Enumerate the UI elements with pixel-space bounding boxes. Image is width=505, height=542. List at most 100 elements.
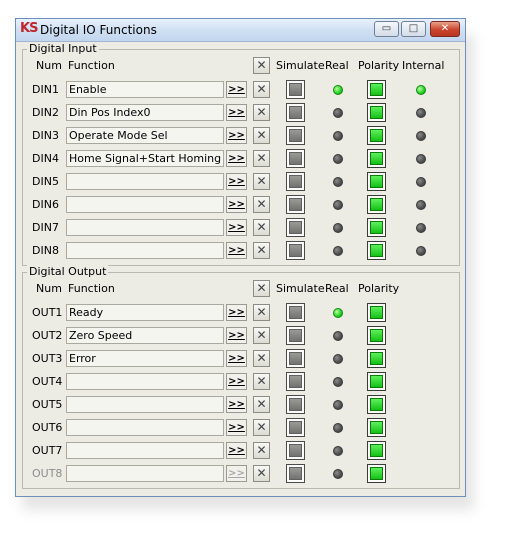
header-real: Real [325,282,349,295]
polarity-toggle[interactable] [367,80,386,99]
function-field[interactable]: Operate Mode Sel [66,127,224,144]
real-state-led [333,400,343,410]
simulate-toggle[interactable] [286,80,305,99]
real-state-led [333,331,343,341]
internal-state-led [416,85,426,95]
io-number: DIN7 [32,221,59,234]
select-function-button[interactable]: >> [226,150,247,167]
clear-function-button[interactable]: ✕ [253,242,270,259]
clear-function-button[interactable]: ✕ [253,442,270,459]
function-field[interactable]: Error [66,350,224,367]
clear-function-button[interactable]: ✕ [253,304,270,321]
polarity-toggle[interactable] [367,395,386,414]
select-function-button[interactable]: >> [226,419,247,436]
close-button[interactable]: ✕ [430,21,460,37]
polarity-toggle[interactable] [367,218,386,237]
polarity-toggle[interactable] [367,303,386,322]
clear-function-button[interactable]: ✕ [253,350,270,367]
function-field[interactable] [66,173,224,190]
simulate-toggle[interactable] [286,418,305,437]
io-number: DIN2 [32,106,59,119]
simulate-toggle[interactable] [286,372,305,391]
function-field[interactable]: Din Pos Index0 [66,104,224,121]
clear-function-button[interactable]: ✕ [253,219,270,236]
simulate-toggle[interactable] [286,326,305,345]
function-field[interactable] [66,373,224,390]
simulate-toggle[interactable] [286,195,305,214]
clear-function-button[interactable]: ✕ [253,104,270,121]
clear-function-button[interactable]: ✕ [253,196,270,213]
io-number: OUT5 [32,398,63,411]
select-function-button[interactable]: >> [226,173,247,190]
clear-function-button[interactable]: ✕ [253,465,270,482]
clear-function-button[interactable]: ✕ [253,419,270,436]
polarity-toggle[interactable] [367,326,386,345]
simulate-toggle[interactable] [286,441,305,460]
select-function-button[interactable]: >> [226,127,247,144]
select-function-button[interactable]: >> [226,219,247,236]
function-field[interactable] [66,442,224,459]
minimize-button[interactable]: ▭ [374,21,399,37]
function-field[interactable]: Zero Speed [66,327,224,344]
function-field[interactable] [66,419,224,436]
select-function-button[interactable]: >> [226,304,247,321]
function-field[interactable] [66,242,224,259]
select-function-button[interactable]: >> [226,373,247,390]
select-function-button[interactable]: >> [226,104,247,121]
simulate-toggle[interactable] [286,218,305,237]
simulate-toggle[interactable] [286,464,305,483]
function-field[interactable]: Home Signal+Start Homing [66,150,224,167]
polarity-toggle[interactable] [367,126,386,145]
polarity-toggle[interactable] [367,241,386,260]
polarity-toggle[interactable] [367,149,386,168]
simulate-toggle[interactable] [286,103,305,122]
real-state-led [333,177,343,187]
real-state-led [333,108,343,118]
header-function: Function [68,59,115,72]
clear-function-button[interactable]: ✕ [253,373,270,390]
maximize-button[interactable]: □ [401,21,426,37]
polarity-toggle[interactable] [367,418,386,437]
simulate-toggle[interactable] [286,395,305,414]
polarity-toggle[interactable] [367,464,386,483]
clear-function-button[interactable]: ✕ [253,127,270,144]
simulate-toggle[interactable] [286,349,305,368]
select-function-button[interactable]: >> [226,196,247,213]
simulate-toggle[interactable] [286,149,305,168]
function-field[interactable]: Enable [66,81,224,98]
digital-io-window: KS Digital IO Functions ▭ □ ✕ Digital In… [15,18,466,497]
polarity-toggle[interactable] [367,372,386,391]
select-function-button[interactable]: >> [226,81,247,98]
io-number: OUT2 [32,329,63,342]
title-bar[interactable]: KS Digital IO Functions ▭ □ ✕ [16,19,465,42]
function-field[interactable] [66,396,224,413]
clear-function-button[interactable]: ✕ [253,173,270,190]
function-field[interactable] [66,196,224,213]
polarity-toggle[interactable] [367,103,386,122]
select-function-button[interactable]: >> [226,327,247,344]
select-function-button[interactable]: >> [226,350,247,367]
real-state-led [333,469,343,479]
polarity-toggle[interactable] [367,172,386,191]
header-function: Function [68,282,115,295]
polarity-toggle[interactable] [367,441,386,460]
clear-all-outputs-button[interactable]: ✕ [253,280,270,297]
select-function-button[interactable]: >> [226,442,247,459]
function-field[interactable] [66,219,224,236]
simulate-toggle[interactable] [286,241,305,260]
clear-function-button[interactable]: ✕ [253,396,270,413]
clear-function-button[interactable]: ✕ [253,81,270,98]
select-function-button[interactable]: >> [226,396,247,413]
simulate-toggle[interactable] [286,126,305,145]
io-number: DIN8 [32,244,59,257]
simulate-toggle[interactable] [286,303,305,322]
clear-function-button[interactable]: ✕ [253,150,270,167]
select-function-button[interactable]: >> [226,242,247,259]
function-field[interactable]: Ready [66,304,224,321]
simulate-toggle[interactable] [286,172,305,191]
polarity-toggle[interactable] [367,195,386,214]
io-row: OUT7 >> ✕ [23,440,459,463]
clear-all-inputs-button[interactable]: ✕ [253,57,270,74]
clear-function-button[interactable]: ✕ [253,327,270,344]
polarity-toggle[interactable] [367,349,386,368]
